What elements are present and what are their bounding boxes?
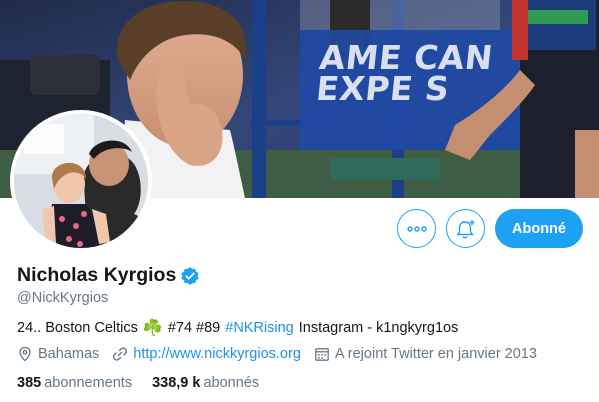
joined-item: A rejoint Twitter en janvier 2013 — [314, 346, 537, 362]
link-icon — [113, 347, 128, 361]
avatar-photo — [14, 114, 148, 248]
profile-handle: @NickKyrgios — [17, 290, 109, 306]
following-stat[interactable]: 385 abonnements — [17, 375, 132, 391]
avatar[interactable] — [10, 110, 152, 252]
banner-sign-line-2: EXPE S — [314, 69, 452, 108]
profile-bio: 24.. Boston Celtics ☘️ #74 #89 #NKRising… — [17, 318, 463, 338]
calendar-icon — [315, 348, 329, 361]
bio-text-3: Instagram - k1ngkyrg1os — [298, 320, 459, 336]
bell-plus-icon — [456, 219, 474, 238]
location-text: Bahamas — [38, 346, 100, 362]
bio-text-1: 24.. Boston Celtics — [17, 320, 138, 336]
profile-meta: Bahamas http://www.nickkyrgios.org A rej… — [17, 346, 550, 362]
followers-stat[interactable]: 338,9 k abonnés — [152, 375, 259, 391]
website-item: http://www.nickkyrgios.org — [112, 346, 301, 362]
following-button[interactable]: Abonné — [495, 209, 583, 248]
following-count: 385 — [17, 375, 42, 391]
verified-badge-icon — [180, 266, 200, 286]
bio-text-2: #74 #89 — [167, 320, 221, 336]
website-link[interactable]: http://www.nickkyrgios.org — [133, 346, 301, 362]
shamrock-icon: ☘️ — [142, 320, 163, 337]
profile-name-row: Nicholas Kyrgios — [17, 264, 200, 287]
followers-count: 338,9 k — [152, 375, 201, 391]
notifications-button[interactable] — [446, 209, 485, 248]
banner-sign-text: AME CAN EXPE S — [314, 38, 495, 108]
profile-name: Nicholas Kyrgios — [17, 264, 177, 286]
more-options-button[interactable] — [397, 209, 436, 248]
bio-hashtag-link[interactable]: #NKRising — [225, 320, 294, 336]
followers-label: abonnés — [203, 375, 260, 391]
joined-text: A rejoint Twitter en janvier 2013 — [334, 346, 537, 362]
ellipsis-icon — [406, 225, 427, 232]
location-pin-icon — [19, 346, 31, 362]
location-item: Bahamas — [17, 346, 99, 362]
profile-stats: 385 abonnements 338,9 k abonnés — [17, 375, 279, 391]
following-label: abonnements — [44, 375, 133, 391]
